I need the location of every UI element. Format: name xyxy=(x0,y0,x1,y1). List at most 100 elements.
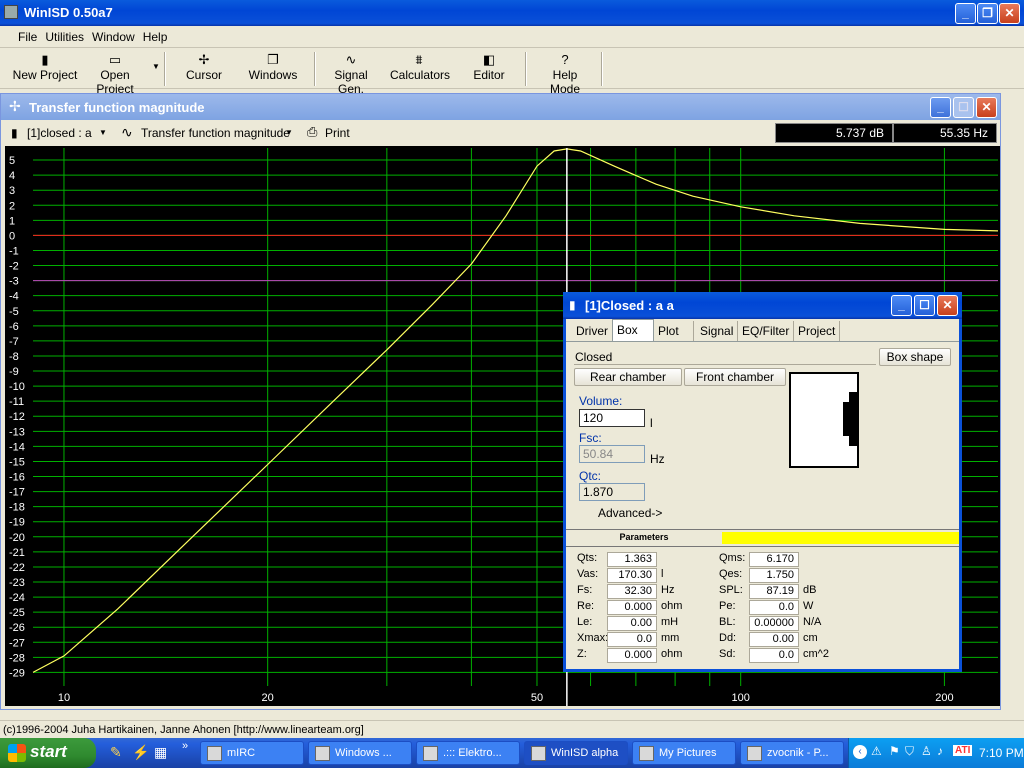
taskbar-item-mirc[interactable]: mIRC xyxy=(200,741,304,765)
tab-plot[interactable]: Plot xyxy=(654,321,694,341)
clock: 7:10 PM xyxy=(979,746,1024,760)
menu-utilities[interactable]: Utilities xyxy=(41,26,88,44)
x-tick-label: 100 xyxy=(732,692,750,704)
close-button[interactable]: ✕ xyxy=(999,3,1020,24)
taskbar-item-windows[interactable]: Windows ... xyxy=(308,741,412,765)
tab-project[interactable]: Project xyxy=(794,321,841,341)
volume-input[interactable]: 120 xyxy=(579,409,645,427)
param-label: Le: xyxy=(577,616,593,628)
plot-type-select[interactable]: Transfer function magnitude xyxy=(141,126,290,140)
network-connections-icon[interactable]: ♙ xyxy=(921,744,932,758)
restore-button[interactable]: ❐ xyxy=(977,3,998,24)
qtc-label: Qtc: xyxy=(579,469,602,483)
y-tick-label: -6 xyxy=(9,321,19,333)
calculators-button[interactable]: ⩩ Calculators xyxy=(390,52,450,86)
dialog-minimize-button[interactable]: _ xyxy=(891,295,912,316)
print-button[interactable]: Print xyxy=(325,126,350,140)
cursor-button[interactable]: ✢ Cursor xyxy=(182,52,226,86)
rear-chamber-button[interactable]: Rear chamber xyxy=(574,368,682,386)
tab-eq-filter[interactable]: EQ/Filter xyxy=(738,321,795,341)
warning-icon[interactable]: ⚠ xyxy=(871,744,882,758)
advanced-button[interactable]: Advanced-> xyxy=(598,506,662,520)
quicklaunch-expand-icon[interactable]: » xyxy=(182,740,188,752)
y-tick-label: -23 xyxy=(9,577,25,589)
taskbar-item-winisd[interactable]: WinISD alpha xyxy=(524,741,628,765)
tab-signal[interactable]: Signal xyxy=(696,321,739,341)
dialog-title: [1]Closed : a a xyxy=(585,298,674,313)
plot-type-dropdown-icon[interactable]: ▼ xyxy=(285,128,293,137)
param-value: 32.30 xyxy=(607,584,657,599)
y-tick-label: 3 xyxy=(9,185,15,197)
param-label: Pe: xyxy=(719,600,736,612)
param-unit: ohm xyxy=(661,648,683,660)
project-select[interactable]: [1]closed : a xyxy=(27,126,92,140)
param-value: 0.0 xyxy=(749,600,799,615)
volume-icon[interactable]: ♪ xyxy=(937,744,943,758)
param-value: 1.750 xyxy=(749,568,799,583)
open-project-dropdown-icon[interactable]: ▼ xyxy=(152,62,160,71)
param-unit: mH xyxy=(661,616,679,628)
editor-button[interactable]: ◧ Editor xyxy=(468,52,510,86)
param-label: Xmax: xyxy=(577,632,609,644)
tab-box[interactable]: Box xyxy=(612,319,654,341)
param-label: Vas: xyxy=(577,568,599,580)
sine-wave-icon: ∿ xyxy=(345,52,357,67)
shield-icon[interactable]: ⛉ xyxy=(905,744,914,759)
project-dropdown-icon[interactable]: ▼ xyxy=(99,128,107,137)
taskbar-item-elektro[interactable]: .::: Elektro... xyxy=(416,741,520,765)
tray-expand-icon[interactable]: ‹ xyxy=(853,745,867,759)
y-tick-label: -22 xyxy=(9,562,25,574)
help-mode-button[interactable]: ? Help Mode xyxy=(536,52,594,96)
param-unit: ohm xyxy=(661,600,683,612)
new-project-icon: ▮ xyxy=(41,52,49,67)
plot-window-titlebar[interactable]: ✢ Transfer function magnitude _ ☐ ✕ xyxy=(1,94,1000,120)
y-tick-label: 2 xyxy=(9,200,15,212)
box-shape-button[interactable]: Box shape xyxy=(879,348,951,366)
plot-minimize-button[interactable]: _ xyxy=(930,97,951,118)
quicklaunch-icon[interactable]: ▦ xyxy=(154,744,167,761)
params-bottom-divider xyxy=(566,546,959,547)
menu-window[interactable]: Window xyxy=(88,26,139,44)
param-label: Sd: xyxy=(719,648,736,660)
y-tick-label: -21 xyxy=(9,547,25,559)
minimize-button[interactable]: _ xyxy=(955,3,976,24)
taskbar-item-zvocnik[interactable]: zvocnik - P... xyxy=(740,741,844,765)
db-readout: 5.737 dB xyxy=(775,123,893,143)
dialog-maximize-button[interactable]: ☐ xyxy=(914,295,935,316)
param-value: 1.363 xyxy=(607,552,657,567)
open-project-button[interactable]: ▭ Open Project xyxy=(82,52,148,96)
main-titlebar[interactable]: WinISD 0.50a7 _ ❐ ✕ xyxy=(0,0,1024,26)
statusbar: (c)1996-2004 Juha Hartikainen, Janne Aho… xyxy=(0,720,1024,738)
dialog-titlebar[interactable]: ▮ [1]Closed : a a _ ☐ ✕ xyxy=(563,292,962,319)
new-project-button[interactable]: ▮ New Project xyxy=(12,52,78,86)
dialog-close-button[interactable]: ✕ xyxy=(937,295,958,316)
windows-button[interactable]: ❐ Windows xyxy=(246,52,300,86)
menu-file[interactable]: File xyxy=(14,26,41,44)
app-icon[interactable] xyxy=(4,5,18,19)
network-icon[interactable]: ⚑ xyxy=(889,744,900,758)
paint-icon xyxy=(747,746,762,761)
plot-toolbar: ▮ [1]closed : a ▼ ∿ Transfer function ma… xyxy=(5,122,998,144)
speaker-icon: ◧ xyxy=(482,52,496,67)
front-chamber-button[interactable]: Front chamber xyxy=(684,368,786,386)
driver-frame-icon xyxy=(849,392,857,446)
signal-gen-button[interactable]: ∿ Signal Gen. xyxy=(320,52,382,96)
y-tick-label: -28 xyxy=(9,652,25,664)
volume-label: Volume: xyxy=(579,394,623,408)
winamp-icon[interactable]: ⚡ xyxy=(132,744,149,761)
taskbar-item-my-pictures[interactable]: My Pictures xyxy=(632,741,736,765)
box-dialog: ▮ [1]Closed : a a _ ☐ ✕ Driver Box Plot … xyxy=(563,292,962,672)
plot-close-button[interactable]: ✕ xyxy=(976,97,997,118)
start-button[interactable]: start xyxy=(0,738,96,768)
ati-icon[interactable]: ATI xyxy=(953,745,973,756)
menu-help[interactable]: Help xyxy=(139,26,172,44)
question-icon: ? xyxy=(561,52,569,67)
param-unit: Hz xyxy=(661,584,675,596)
tab-divider xyxy=(566,341,959,342)
param-label: Fs: xyxy=(577,584,593,596)
plot-maximize-button[interactable]: ☐ xyxy=(953,97,974,118)
y-tick-label: -16 xyxy=(9,472,25,484)
quicklaunch-icon[interactable]: ✎ xyxy=(110,744,122,761)
tab-driver[interactable]: Driver xyxy=(572,321,613,341)
y-tick-label: -3 xyxy=(9,276,19,288)
